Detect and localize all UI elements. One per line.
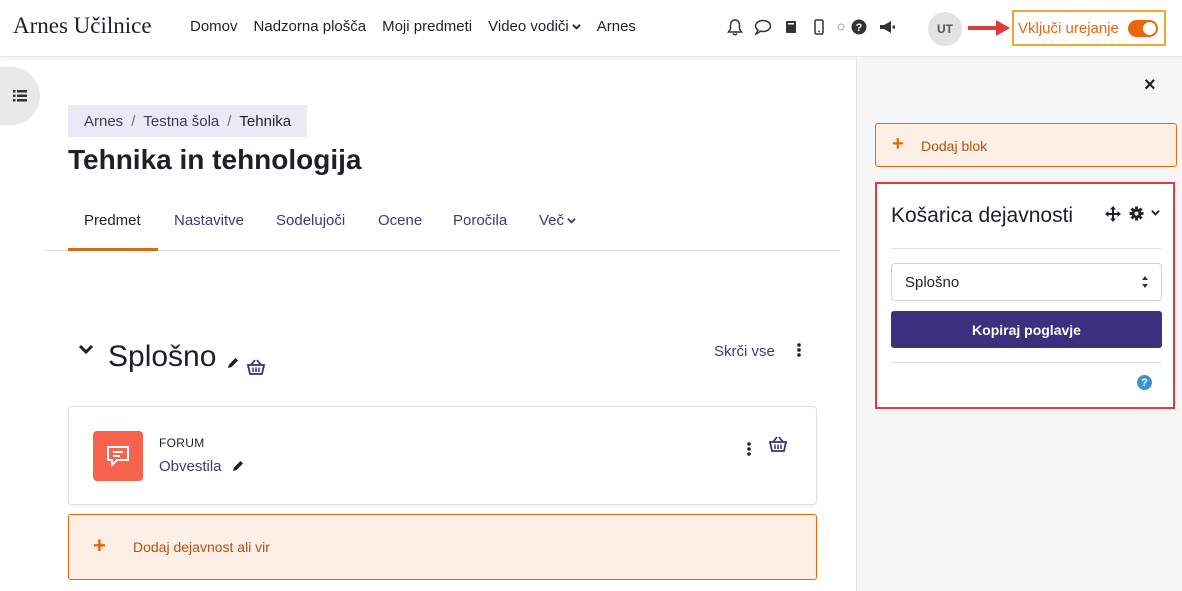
tab-porocila[interactable]: Poročila	[453, 212, 507, 229]
nav-link-video-guides[interactable]: Video vodiči	[488, 18, 581, 35]
nav-icons: ?	[724, 16, 904, 38]
user-avatar[interactable]: UT	[928, 12, 962, 46]
help-icon[interactable]: ?	[848, 16, 870, 38]
section-menu-icon[interactable]	[796, 342, 802, 358]
course-tabs: Predmet Nastavitve Sodelujoči Ocene Poro…	[45, 200, 840, 251]
pencil-icon[interactable]	[226, 356, 240, 370]
tab-nastavitve[interactable]: Nastavitve	[174, 212, 244, 229]
book-icon[interactable]	[780, 16, 802, 38]
forum-icon	[93, 431, 143, 481]
bell-icon[interactable]	[724, 16, 746, 38]
nav-link-domov[interactable]: Domov	[190, 18, 238, 35]
breadcrumb-separator: /	[131, 112, 136, 130]
section-select-value: Splošno	[905, 274, 960, 291]
red-arrow-annotation	[968, 20, 1010, 36]
active-tab-indicator	[68, 248, 158, 251]
megaphone-icon[interactable]	[876, 16, 898, 38]
tab-ocene[interactable]: Ocene	[378, 212, 422, 229]
tab-sodelujoci[interactable]: Sodelujoči	[276, 212, 345, 229]
svg-text:?: ?	[856, 22, 863, 34]
course-index-toggle[interactable]	[0, 67, 40, 125]
add-activity-button[interactable]: + Dodaj dejavnost ali vir	[68, 514, 817, 580]
copy-section-button[interactable]: Kopiraj poglavje	[891, 311, 1162, 348]
hat-icon[interactable]	[836, 16, 846, 38]
nav-link-arnes[interactable]: Arnes	[597, 18, 636, 35]
tab-vec[interactable]: Več	[539, 212, 576, 229]
add-block-button[interactable]: + Dodaj blok	[875, 123, 1177, 167]
tab-predmet[interactable]: Predmet	[84, 212, 141, 229]
collapse-chevron-icon[interactable]	[78, 342, 94, 358]
collapse-all-link[interactable]: Skrči vse	[714, 343, 775, 360]
divider	[891, 248, 1161, 249]
edit-mode-label: Vključi urejanje	[1018, 19, 1119, 37]
top-navbar: Arnes Učilnice Domov Nadzorna plošča Moj…	[0, 0, 1182, 57]
activity-menu-icon[interactable]	[746, 441, 752, 457]
close-icon[interactable]: ×	[1144, 74, 1156, 97]
nav-link-my-courses[interactable]: Moji predmeti	[382, 18, 472, 35]
nav-link-video-guides-label: Video vodiči	[488, 18, 569, 35]
basket-icon[interactable]	[768, 435, 788, 453]
add-block-label: Dodaj blok	[921, 138, 988, 154]
nav-link-dashboard[interactable]: Nadzorna plošča	[254, 18, 367, 35]
switch-knob	[1142, 21, 1156, 35]
section-title: Splošno	[108, 340, 217, 373]
site-brand[interactable]: Arnes Učilnice	[13, 13, 152, 39]
chevron-down-icon	[572, 24, 581, 30]
chevron-down-icon	[567, 218, 576, 224]
section-select[interactable]: Splošno	[891, 263, 1162, 301]
plus-icon: +	[93, 533, 106, 558]
select-arrows-icon	[1142, 276, 1148, 288]
tab-vec-label: Več	[539, 212, 565, 229]
edit-mode-switch[interactable]	[1127, 19, 1158, 37]
list-icon	[13, 90, 27, 102]
page-title: Tehnika in tehnologija	[68, 144, 362, 175]
breadcrumb-item-course[interactable]: Tehnika	[239, 113, 291, 130]
breadcrumb-item-arnes[interactable]: Arnes	[84, 113, 123, 130]
activity-name-link[interactable]: Obvestila	[159, 458, 222, 475]
plus-icon: +	[892, 133, 904, 155]
add-activity-label: Dodaj dejavnost ali vir	[133, 539, 270, 555]
gear-icon[interactable]	[1129, 206, 1144, 221]
divider	[891, 362, 1161, 363]
section-header: Splošno Skrči vse	[78, 340, 818, 380]
help-icon[interactable]: ?	[1137, 375, 1152, 390]
breadcrumb: Arnes / Testna šola / Tehnika	[68, 105, 308, 137]
move-icon[interactable]	[1105, 206, 1121, 222]
edit-mode-toggle[interactable]: Vključi urejanje	[1012, 10, 1166, 46]
chevron-down-icon[interactable]	[1151, 208, 1160, 217]
breadcrumb-item-school[interactable]: Testna šola	[143, 113, 219, 130]
activity-card-forum: FORUM Obvestila	[68, 406, 817, 505]
basket-icon[interactable]	[246, 358, 266, 376]
breadcrumb-separator: /	[227, 112, 232, 130]
chat-icon[interactable]	[752, 16, 774, 38]
activity-type-label: FORUM	[159, 436, 205, 450]
main-nav: Domov Nadzorna plošča Moji predmeti Vide…	[190, 18, 652, 35]
block-drawer: × + Dodaj blok Košarica dejavnosti Sploš…	[856, 57, 1182, 591]
activity-basket-block: Košarica dejavnosti Splošno Kopiraj pogl…	[875, 182, 1175, 409]
mobile-icon[interactable]	[808, 16, 830, 38]
pencil-icon[interactable]	[231, 459, 245, 473]
block-title: Košarica dejavnosti	[891, 204, 1074, 227]
